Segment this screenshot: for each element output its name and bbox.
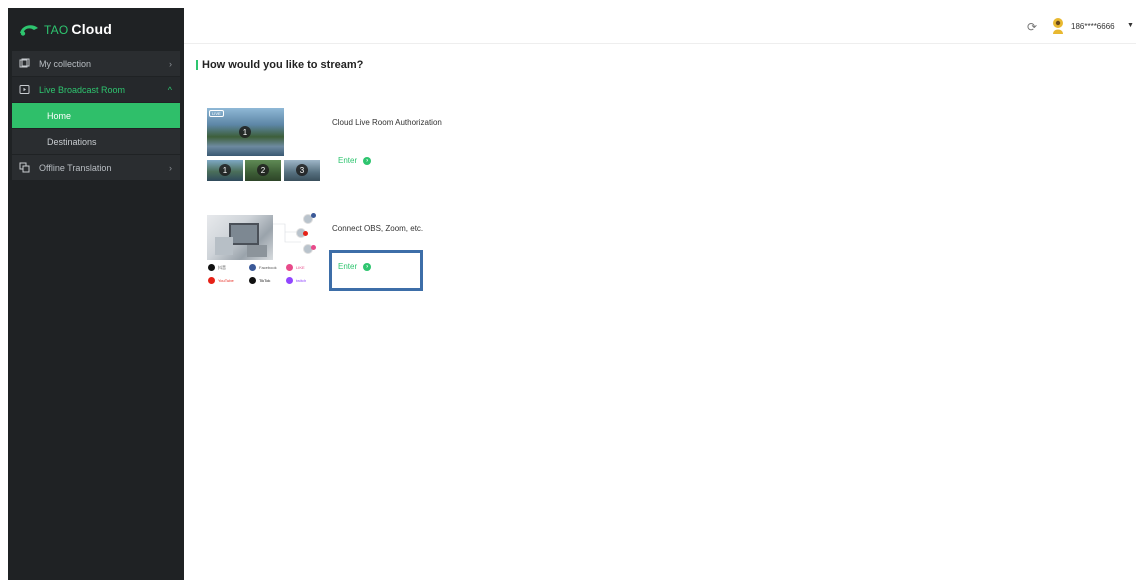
chevron-right-icon: › — [169, 162, 172, 173]
platform-label: 抖音 — [218, 264, 226, 270]
twitch-icon — [286, 277, 293, 284]
platform-youtube: YouTube — [208, 277, 234, 284]
platform-douyin: 抖音 — [208, 264, 226, 271]
number-badge: 3 — [296, 164, 308, 176]
platform-twitch: twitch — [286, 277, 306, 284]
youtube-icon — [208, 277, 215, 284]
sidebar-item-label: Offline Translation — [39, 162, 112, 173]
sidebar-item-my-collection[interactable]: My collection › — [12, 51, 180, 76]
caret-down-icon[interactable]: ▼ — [1127, 22, 1134, 29]
chevron-up-icon: ^ — [167, 84, 172, 95]
preview-thumb-1: 1 — [207, 160, 243, 181]
facebook-icon — [249, 264, 256, 271]
facebook-badge-icon — [311, 213, 316, 218]
app-window: TAO Cloud My collection › Live Broadcast … — [0, 0, 1136, 580]
enter-label: Enter — [338, 156, 358, 165]
sidebar-item-label: Live Broadcast Room — [39, 84, 126, 95]
logo-name: Cloud — [71, 21, 113, 37]
platform-like: LIKE — [286, 264, 305, 271]
highlight-box — [329, 250, 423, 291]
platform-label: twitch — [296, 278, 307, 283]
number-badge: 1 — [239, 126, 251, 138]
sidebar-item-label: My collection — [39, 58, 92, 69]
connection-lines — [273, 223, 301, 243]
platform-label: TikTok — [259, 278, 271, 283]
enter-cloud-live-button[interactable]: Enter › — [338, 156, 372, 165]
user-name[interactable]: 186****6666 — [1071, 22, 1115, 31]
sidebar-item-offline-translation[interactable]: Offline Translation › — [12, 155, 180, 180]
refresh-icon[interactable]: ⟳ — [1027, 20, 1037, 34]
sidebar-item-live-broadcast-room[interactable]: Live Broadcast Room ^ — [12, 77, 180, 102]
sidebar-subitem-destinations[interactable]: Destinations — [12, 129, 180, 154]
number-badge: 2 — [257, 164, 269, 176]
sidebar-subitem-label: Destinations — [47, 136, 97, 147]
cloud-live-preview-image: LIVE 1 — [207, 108, 284, 156]
translation-icon — [18, 162, 30, 174]
platform-label: Facebook — [259, 265, 277, 270]
platform-tiktok: TikTok — [249, 277, 270, 284]
avatar-icon[interactable] — [1050, 17, 1066, 35]
preview-thumb-2: 2 — [245, 160, 281, 181]
arrow-right-icon: › — [363, 156, 372, 165]
logo-prefix: TAO — [44, 23, 69, 37]
sidebar-subitem-label: Home — [47, 110, 72, 121]
tiktok-icon — [249, 277, 256, 284]
page-title-text: How would you like to stream? — [202, 59, 364, 71]
logo-icon — [18, 21, 40, 37]
page-title: How would you like to stream? — [196, 58, 363, 72]
card-title-cloud-live: Cloud Live Room Authorization — [332, 118, 442, 127]
sidebar: TAO Cloud My collection › Live Broadcast … — [8, 8, 184, 580]
title-accent-bar — [196, 60, 198, 70]
platform-label: YouTube — [218, 278, 234, 283]
preview-thumb-3: 3 — [284, 160, 320, 181]
top-bar: ⟳ 186****6666 ▼ — [184, 8, 1136, 44]
sidebar-subitem-home[interactable]: Home — [12, 103, 180, 128]
logo-text: TAO Cloud — [44, 21, 112, 37]
douyin-icon — [208, 264, 215, 271]
live-tag: LIVE — [209, 110, 224, 117]
number-badge: 1 — [219, 164, 231, 176]
live-room-icon — [18, 84, 30, 96]
like-badge-icon — [311, 245, 316, 250]
card-title-connect-obs: Connect OBS, Zoom, etc. — [332, 224, 424, 233]
collection-icon — [18, 58, 30, 70]
like-icon — [286, 264, 293, 271]
logo[interactable]: TAO Cloud — [8, 8, 184, 50]
obs-preview-image — [207, 215, 273, 260]
platform-facebook: Facebook — [249, 264, 277, 271]
chevron-right-icon: › — [169, 58, 172, 69]
platform-label: LIKE — [296, 265, 305, 270]
